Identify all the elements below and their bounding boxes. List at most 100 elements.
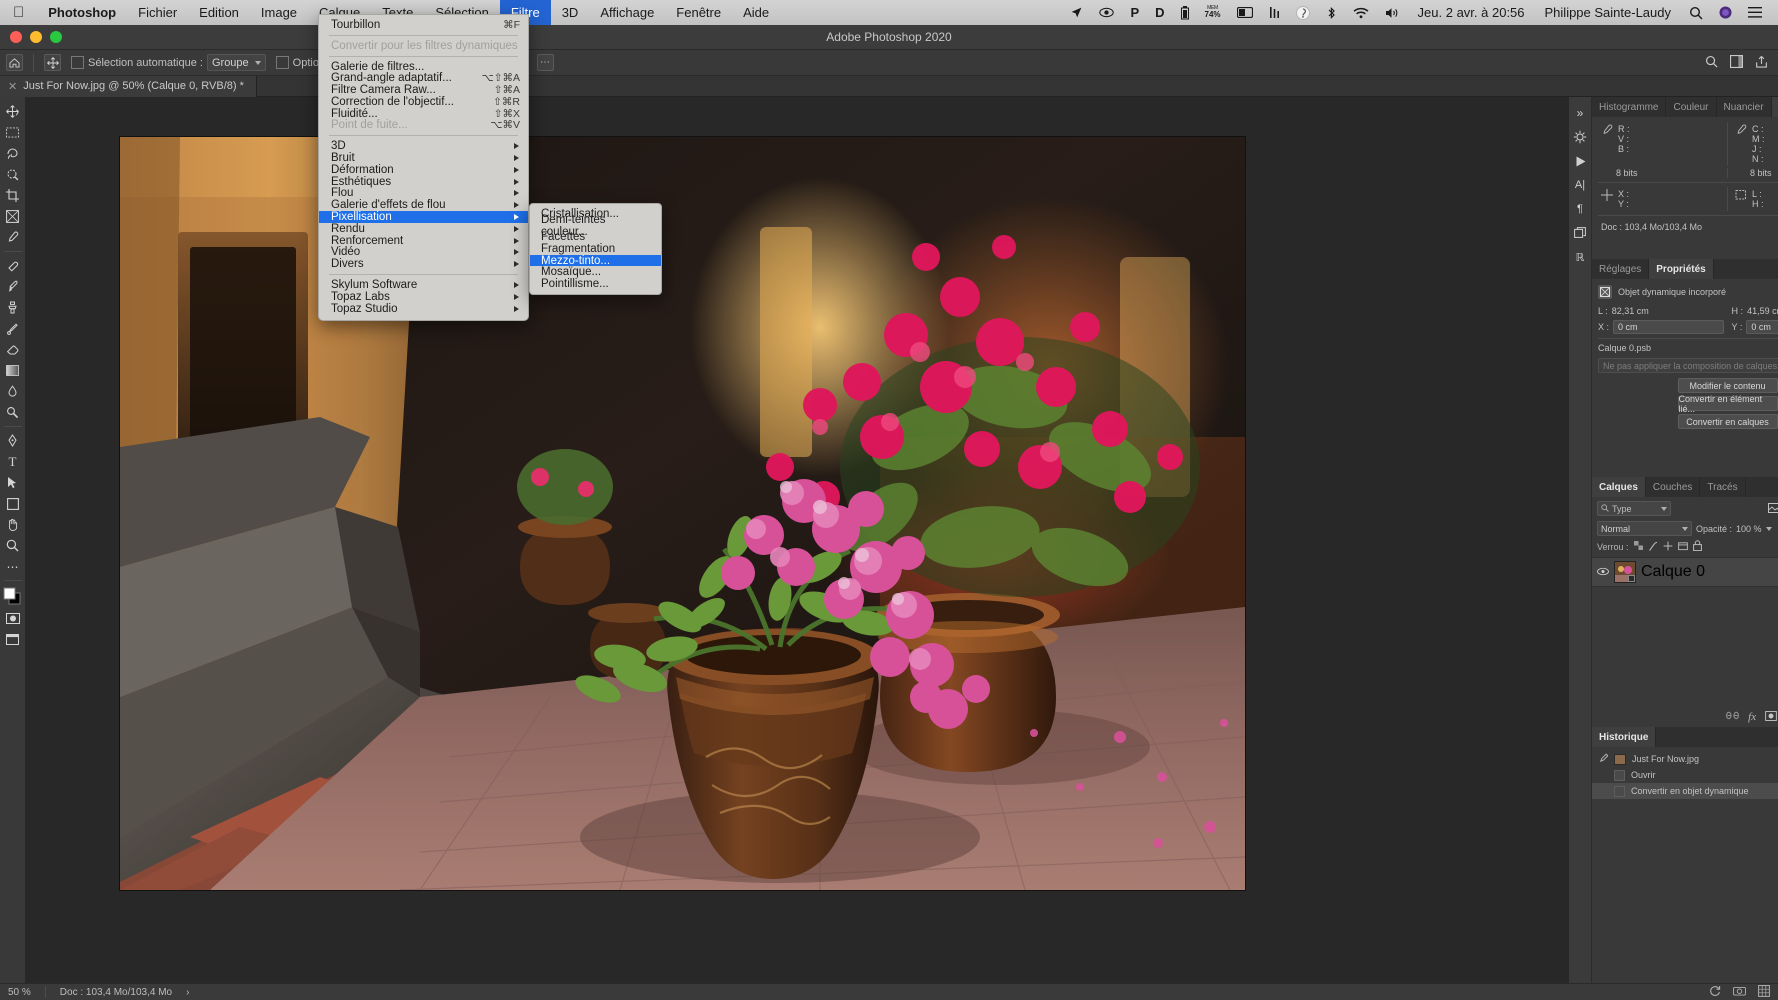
crop-tool-icon[interactable]: [1, 185, 25, 206]
more-options-icon[interactable]: ⋯: [537, 54, 554, 71]
convert-to-linked-button[interactable]: Convertir en élément lié...: [1678, 396, 1778, 411]
move-tool-icon[interactable]: [44, 54, 61, 71]
auto-select-checkbox[interactable]: [71, 56, 84, 69]
menubar-item-aide[interactable]: Aide: [732, 0, 780, 25]
menubar-item-image[interactable]: Image: [250, 0, 308, 25]
zoom-tool-icon[interactable]: [1, 535, 25, 556]
filter-menu-item-renforcement[interactable]: Renforcement: [319, 235, 528, 247]
maximize-window-button[interactable]: [50, 31, 62, 43]
lock-position-icon[interactable]: [1663, 541, 1673, 553]
layer-row[interactable]: Calque 0: [1592, 557, 1778, 587]
move-tool-icon[interactable]: [1, 101, 25, 122]
menubar-username[interactable]: Philippe Sainte-Laudy: [1535, 5, 1681, 20]
rotate-view-icon[interactable]: [1709, 985, 1721, 1000]
dropbox-d-icon[interactable]: D: [1147, 0, 1172, 25]
close-tab-icon[interactable]: ✕: [8, 80, 17, 93]
layers-tab-trac-s[interactable]: Tracés: [1700, 477, 1745, 497]
type-tool-icon[interactable]: T: [1, 451, 25, 472]
history-state-item[interactable]: Ouvrir: [1592, 767, 1778, 783]
grid-icon[interactable]: [1758, 985, 1770, 1000]
equalizer-icon[interactable]: [1261, 0, 1288, 25]
menubar-clock[interactable]: Jeu. 2 avr. à 20:56: [1408, 5, 1535, 20]
paragraph-panel-icon[interactable]: ¶: [1569, 197, 1591, 221]
filter-menu-item-tourbillon[interactable]: Tourbillon⌘F: [319, 19, 528, 31]
home-icon[interactable]: [6, 54, 23, 71]
history-tab-historique[interactable]: Historique: [1592, 727, 1656, 747]
quick-mask-icon[interactable]: [1, 608, 25, 629]
location-arrow-icon[interactable]: [1062, 0, 1091, 25]
pixel-filter-icon[interactable]: [1768, 503, 1778, 515]
minimize-window-button[interactable]: [30, 31, 42, 43]
lock-artboard-icon[interactable]: [1678, 541, 1688, 553]
hand-tool-icon[interactable]: [1, 514, 25, 535]
filter-menu-item-3d[interactable]: 3D: [319, 140, 528, 152]
menu-list-icon[interactable]: [1740, 0, 1770, 25]
submenu-item-pointillisme[interactable]: Pointillisme...: [530, 278, 661, 290]
layer-style-fx-icon[interactable]: fx: [1748, 711, 1756, 723]
y-field[interactable]: 0 cm: [1746, 320, 1778, 334]
menubar-item-edition[interactable]: Edition: [188, 0, 250, 25]
filter-menu-item-bruit[interactable]: Bruit: [319, 152, 528, 164]
filter-menu-item-skylum-software[interactable]: Skylum Software: [319, 279, 528, 291]
lock-image-icon[interactable]: [1648, 541, 1658, 553]
edit-content-button[interactable]: Modifier le contenu: [1678, 378, 1778, 393]
display-icon[interactable]: [1229, 0, 1261, 25]
shape-tool-icon[interactable]: [1, 493, 25, 514]
libraries-icon[interactable]: ℝ: [1569, 245, 1591, 269]
gradient-tool-icon[interactable]: [1, 360, 25, 381]
layers-tab-calques[interactable]: Calques: [1592, 477, 1646, 497]
filter-menu-item-divers[interactable]: Divers: [319, 258, 528, 270]
filter-menu-item-rendu[interactable]: Rendu: [319, 223, 528, 235]
more-tools-icon[interactable]: ⋯: [1, 556, 25, 577]
apple-icon[interactable]: : [0, 5, 37, 20]
properties-tab-propri-t-s[interactable]: Propriétés: [1649, 259, 1713, 279]
info-tab-couleur[interactable]: Couleur: [1666, 97, 1716, 117]
x-field[interactable]: 0 cm: [1613, 320, 1724, 334]
document-tab[interactable]: ✕ Just For Now.jpg @ 50% (Calque 0, RVB/…: [0, 76, 257, 97]
screen-mode-icon[interactable]: [1, 629, 25, 650]
memory-icon[interactable]: MEM 74%: [1197, 0, 1229, 25]
pen-tool-icon[interactable]: [1, 430, 25, 451]
path-selection-tool-icon[interactable]: [1, 472, 25, 493]
layers-tab-couches[interactable]: Couches: [1646, 477, 1700, 497]
chevron-down-icon[interactable]: [1766, 527, 1772, 531]
history-state-item[interactable]: Convertir en objet dynamique: [1592, 783, 1778, 799]
layer-comps-icon[interactable]: [1569, 221, 1591, 245]
layer-visibility-icon[interactable]: [1597, 563, 1609, 581]
history-brush-source-icon[interactable]: [1598, 753, 1608, 765]
volume-icon[interactable]: [1377, 0, 1408, 25]
eraser-tool-icon[interactable]: [1, 339, 25, 360]
share-icon[interactable]: [1755, 55, 1768, 71]
search-icon[interactable]: [1705, 55, 1718, 71]
close-window-button[interactable]: [10, 31, 22, 43]
menubar-item-fen-tre[interactable]: Fenêtre: [665, 0, 732, 25]
auto-select-dropdown[interactable]: Groupe: [207, 54, 266, 71]
link-layers-icon[interactable]: [1726, 711, 1739, 722]
eye-icon[interactable]: [1091, 0, 1122, 25]
marquee-tool-icon[interactable]: [1, 122, 25, 143]
filter-menu-item-esth-tiques[interactable]: Esthétiques: [319, 176, 528, 188]
filter-menu[interactable]: Tourbillon⌘FConvertir pour les filtres d…: [318, 14, 529, 321]
menubar-item-affichage[interactable]: Affichage: [589, 0, 665, 25]
filter-menu-item-d-formation[interactable]: Déformation: [319, 164, 528, 176]
eyedropper-tool-icon[interactable]: [1, 227, 25, 248]
filter-menu-item-filtre-camera-raw[interactable]: Filtre Camera Raw...⇧⌘A: [319, 84, 528, 96]
dodge-tool-icon[interactable]: [1, 402, 25, 423]
status-zoom-level[interactable]: 50 %: [8, 987, 31, 998]
info-tab-histogramme[interactable]: Histogramme: [1592, 97, 1666, 117]
pixellisation-submenu[interactable]: Cristallisation...Demi-teintes couleur..…: [529, 203, 662, 295]
lock-transparency-icon[interactable]: [1634, 541, 1643, 552]
frame-tool-icon[interactable]: [1, 206, 25, 227]
menubar-item-fichier[interactable]: Fichier: [127, 0, 188, 25]
submenu-item-demi-teintes-couleur[interactable]: Demi-teintes couleur...: [530, 220, 661, 232]
filter-menu-item-topaz-labs[interactable]: Topaz Labs: [319, 291, 528, 303]
pocket-p-icon[interactable]: P: [1122, 0, 1147, 25]
canvas-area[interactable]: [26, 97, 1568, 983]
quick-select-tool-icon[interactable]: [1, 164, 25, 185]
transform-checkbox[interactable]: [276, 56, 289, 69]
auto-select-option[interactable]: Sélection automatique : Groupe: [71, 54, 266, 71]
convert-to-layers-button[interactable]: Convertir en calques: [1678, 414, 1778, 429]
properties-tab-r-glages[interactable]: Réglages: [1592, 259, 1649, 279]
battery-vertical-icon[interactable]: [1173, 0, 1197, 25]
filter-menu-item-grand-angle-adaptatif[interactable]: Grand-angle adaptatif...⌥⇧⌘A: [319, 72, 528, 84]
